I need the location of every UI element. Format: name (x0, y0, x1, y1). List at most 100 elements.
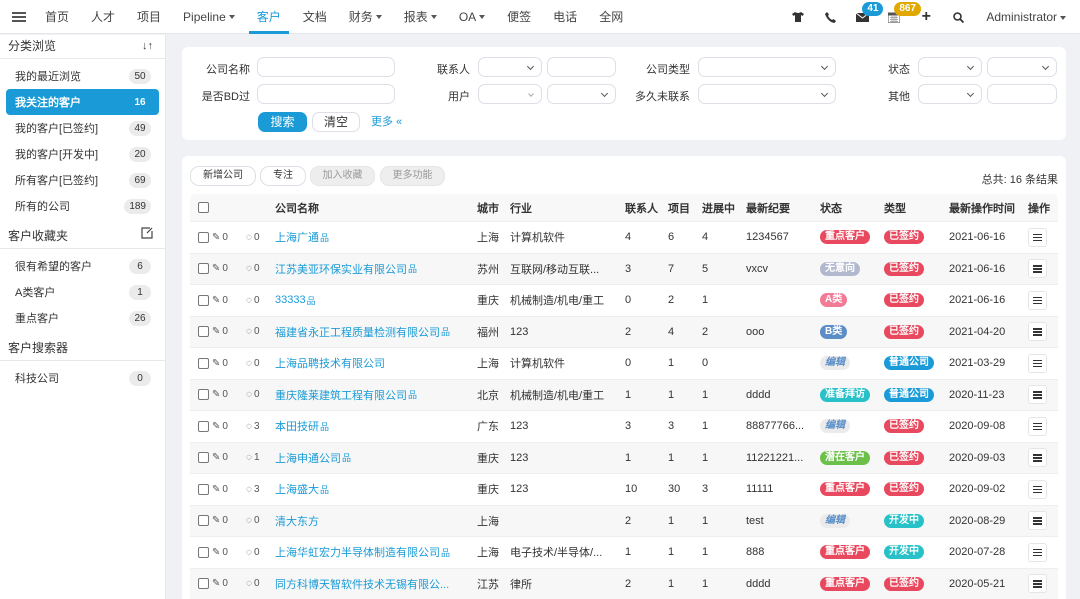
row-checkbox[interactable] (198, 443, 209, 474)
comments[interactable]: ◌ 0 (246, 569, 260, 599)
nav-item-9[interactable]: 便签 (496, 0, 542, 34)
nav-item-10[interactable]: 电话 (542, 0, 588, 34)
latest-note[interactable]: vxcv (746, 254, 768, 285)
company-link[interactable]: 重庆隆莱建筑工程有限公司 (275, 387, 407, 403)
focus-button[interactable]: 专注 (260, 166, 306, 186)
nav-item-4[interactable]: 客户 (246, 0, 292, 34)
status-badge[interactable]: 重点客户 (820, 482, 870, 497)
row-menu-button[interactable] (1028, 353, 1047, 373)
type-badge[interactable]: 开发中 (884, 545, 924, 560)
checkbox[interactable] (198, 263, 209, 275)
add-company-button[interactable]: 新增公司 (190, 166, 256, 186)
latest-note[interactable]: 1234567 (746, 222, 789, 253)
latest-note[interactable]: 88877766... (746, 411, 804, 442)
type-badge[interactable]: 已签约 (884, 261, 924, 276)
header-contacts[interactable]: 联系人 (625, 194, 658, 221)
more-functions-button[interactable]: 更多功能 (380, 166, 445, 186)
comments[interactable]: ◌ 0 (246, 222, 260, 253)
checkbox[interactable] (198, 357, 209, 369)
company-link[interactable]: 上海申通公司 (275, 450, 341, 466)
org-chart-icon[interactable]: 品 (320, 420, 329, 433)
shirt-icon[interactable] (782, 0, 814, 34)
user-menu[interactable]: Administrator (974, 10, 1080, 24)
sidebar-item[interactable]: 我关注的客户 16 (6, 89, 159, 115)
comments[interactable]: ◌ 0 (246, 348, 260, 379)
sidebar-item[interactable]: 所有的公司 189 (6, 193, 159, 219)
comments[interactable]: ◌ 3 (246, 474, 260, 505)
checkbox[interactable] (198, 546, 209, 558)
type-badge[interactable]: 已签约 (884, 482, 924, 497)
company-link[interactable]: 清大东方 (275, 513, 319, 529)
sidebar-item[interactable]: 我的最近浏览 50 (6, 63, 159, 89)
comments[interactable]: ◌ 0 (246, 285, 260, 316)
user-select-2[interactable] (547, 84, 616, 104)
sidebar-item[interactable]: 重点客户 26 (6, 305, 159, 331)
header-projects[interactable]: 项目 (668, 194, 690, 221)
attachments[interactable]: ✎ 0 (212, 506, 228, 537)
type-badge[interactable]: 已签约 (884, 419, 924, 434)
checkbox[interactable] (198, 578, 209, 590)
row-checkbox[interactable] (198, 537, 209, 568)
row-checkbox[interactable] (198, 317, 209, 348)
row-checkbox[interactable] (198, 348, 209, 379)
row-checkbox[interactable] (198, 285, 209, 316)
latest-note[interactable]: dddd (746, 380, 770, 411)
sidebar-item[interactable]: 我的客户[已签约] 49 (6, 115, 159, 141)
add-to-favorites-button[interactable]: 加入收藏 (310, 166, 375, 186)
select-all-checkbox[interactable] (198, 194, 209, 221)
org-chart-icon[interactable]: 品 (408, 388, 417, 401)
checkbox[interactable] (198, 452, 209, 464)
header-city[interactable]: 城市 (477, 194, 499, 221)
hamburger-menu-icon[interactable] (12, 11, 26, 22)
latest-note[interactable]: ooo (746, 317, 764, 348)
nav-item-1[interactable]: 人才 (80, 0, 126, 34)
attachments[interactable]: ✎ 0 (212, 411, 228, 442)
row-menu-button[interactable] (1028, 416, 1047, 436)
row-menu-button[interactable] (1028, 511, 1047, 531)
checkbox[interactable] (198, 483, 209, 495)
status-badge[interactable]: B类 (820, 324, 848, 339)
phone-icon[interactable] (814, 0, 846, 34)
comments[interactable]: ◌ 0 (246, 537, 260, 568)
status-select-2[interactable] (987, 57, 1057, 77)
not-contacted-select[interactable] (698, 84, 836, 104)
sidebar-item[interactable]: 很有希望的客户 6 (6, 253, 159, 279)
status-badge[interactable]: 重点客户 (820, 576, 870, 591)
nav-item-3[interactable]: Pipeline (172, 0, 246, 34)
nav-item-7[interactable]: 报表 (393, 0, 448, 34)
company-type-select[interactable] (698, 57, 836, 77)
checkbox[interactable] (198, 420, 209, 432)
status-select-1[interactable] (918, 57, 982, 77)
row-checkbox[interactable] (198, 380, 209, 411)
type-badge[interactable]: 已签约 (884, 230, 924, 245)
row-menu-button[interactable] (1028, 290, 1047, 310)
attachments[interactable]: ✎ 0 (212, 474, 228, 505)
sidebar-item[interactable]: 我的客户[开发中] 20 (6, 141, 159, 167)
status-badge[interactable]: A类 (820, 293, 848, 308)
status-badge[interactable]: 编辑 (820, 419, 850, 434)
attachments[interactable]: ✎ 0 (212, 285, 228, 316)
company-link[interactable]: 同方科博天智软件技术无锡有限公... (275, 576, 449, 592)
row-checkbox[interactable] (198, 506, 209, 537)
org-chart-icon[interactable]: 品 (320, 483, 329, 496)
type-badge[interactable]: 普通公司 (884, 387, 934, 402)
comments[interactable]: ◌ 3 (246, 411, 260, 442)
other-select[interactable] (918, 84, 982, 104)
org-chart-icon[interactable]: 品 (342, 451, 351, 464)
status-badge[interactable]: 重点客户 (820, 545, 870, 560)
row-menu-button[interactable] (1028, 542, 1047, 562)
checkbox[interactable] (198, 389, 209, 401)
nav-item-8[interactable]: OA (448, 0, 496, 34)
other-input[interactable] (987, 84, 1057, 104)
company-link[interactable]: 江苏美亚环保实业有限公司 (275, 261, 407, 277)
comments[interactable]: ◌ 0 (246, 254, 260, 285)
company-link[interactable]: 33333 (275, 294, 306, 306)
comments[interactable]: ◌ 0 (246, 317, 260, 348)
header-latest-note[interactable]: 最新纪要 (746, 194, 790, 221)
checkbox[interactable] (198, 294, 209, 306)
latest-note[interactable]: 888 (746, 537, 764, 568)
attachments[interactable]: ✎ 0 (212, 317, 228, 348)
latest-note[interactable]: 11221221... (746, 443, 803, 474)
row-menu-button[interactable] (1028, 574, 1047, 594)
row-checkbox[interactable] (198, 569, 209, 599)
